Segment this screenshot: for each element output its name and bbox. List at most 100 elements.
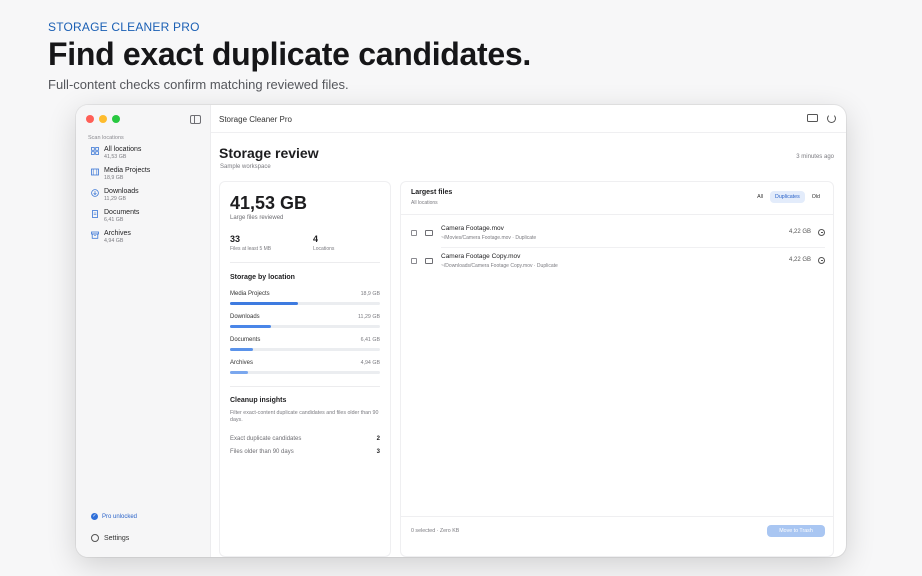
add-folder-icon[interactable]: [807, 114, 818, 122]
location-bar-row: Downloads 11,29 GB: [230, 314, 380, 334]
video-file-icon: [425, 230, 433, 236]
location-bar-fill: [230, 302, 299, 305]
hero-title: Find exact duplicate candidates.: [48, 36, 531, 72]
location-name: Media Projects: [230, 291, 270, 297]
location-bar-row: Media Projects 18,9 GB: [230, 291, 380, 311]
file-size: 4,22 GB: [788, 257, 811, 263]
sidebar-item-archives[interactable]: Archives 4,94 GB: [90, 229, 205, 250]
storage-by-location-title: Storage by location: [230, 274, 295, 281]
divider: [401, 516, 833, 517]
sidebar-item-label: Media Projects: [104, 167, 151, 174]
sidebar-item-downloads[interactable]: Downloads 11,29 GB: [90, 187, 205, 208]
location-size: 4,94 GB: [360, 360, 380, 366]
sidebar-item-all-locations[interactable]: All locations 41,53 GB: [90, 145, 205, 166]
location-bar-track: [230, 371, 380, 374]
location-bar-row: Documents 6,41 GB: [230, 337, 380, 357]
location-bar-fill: [230, 325, 271, 328]
hero-subtitle: Full-content checks confirm matching rev…: [48, 77, 349, 92]
total-size: 41,53 GB: [230, 193, 308, 213]
insight-row-old-files[interactable]: Files older than 90 days 3: [230, 449, 380, 455]
divider: [230, 386, 380, 387]
divider: [401, 214, 833, 215]
filter-all[interactable]: All: [752, 191, 768, 203]
location-size: 11,29 GB: [358, 314, 380, 320]
main-content: Storage review Sample workspace 3 minute…: [211, 133, 846, 557]
video-file-icon: [425, 258, 433, 264]
grid-icon: [91, 147, 99, 155]
titlebar: Storage Cleaner Pro: [211, 105, 846, 133]
locations-count: 4: [313, 234, 319, 244]
sidebar-toggle-icon[interactable]: [190, 115, 201, 124]
zoom-window-button[interactable]: [112, 115, 120, 123]
pro-status: ✓ Pro unlocked: [91, 513, 137, 520]
insight-value: 3: [376, 449, 380, 455]
location-bar-fill: [230, 348, 254, 351]
locations-label: Locations: [313, 246, 335, 252]
largest-files-title: Largest files: [411, 189, 453, 196]
hero-eyebrow: STORAGE CLEANER PRO: [48, 20, 200, 34]
insight-value: 2: [376, 436, 380, 442]
summary-panel: 41,53 GB Large files reviewed 33 Files a…: [219, 181, 391, 557]
sidebar-item-label: All locations: [104, 146, 142, 153]
locations-stat: 4 Locations: [313, 234, 334, 252]
file-name: Camera Footage.mov: [441, 225, 504, 232]
file-checkbox[interactable]: [411, 230, 417, 236]
gear-icon: [91, 534, 99, 542]
sidebar-item-size: 4,94 GB: [104, 238, 124, 244]
close-window-button[interactable]: [86, 115, 94, 123]
insight-row-duplicates[interactable]: Exact duplicate candidates 2: [230, 436, 380, 442]
largest-files-subtitle: All locations: [411, 200, 438, 206]
files-stat: 33 Files at least 5 MB: [230, 234, 271, 252]
sidebar: Scan locations All locations 41,53 GB Me…: [76, 105, 211, 557]
file-checkbox[interactable]: [411, 258, 417, 264]
settings-button[interactable]: Settings: [91, 534, 129, 542]
location-bar-track: [230, 325, 380, 328]
sidebar-item-size: 18,9 GB: [104, 175, 124, 181]
divider: [230, 262, 380, 263]
checkmark-icon: ✓: [91, 513, 98, 520]
location-name: Downloads: [230, 314, 260, 320]
archive-icon: [91, 231, 99, 239]
sidebar-item-size: 6,41 GB: [104, 217, 124, 223]
file-name: Camera Footage Copy.mov: [441, 253, 521, 260]
insight-label: Files older than 90 days: [230, 449, 294, 455]
page-subtitle: Sample workspace: [220, 164, 271, 170]
sidebar-item-label: Documents: [104, 209, 140, 216]
file-row[interactable]: Camera Footage.mov ~/Movies/Camera Foota…: [401, 220, 833, 246]
filter-old[interactable]: Old: [807, 191, 825, 203]
download-icon: [91, 189, 99, 197]
selection-summary: 0 selected · Zero KB: [411, 528, 460, 534]
reveal-arrow-icon[interactable]: [818, 229, 825, 236]
files-label: Files at least 5 MB: [230, 246, 272, 252]
window-controls: [86, 115, 120, 123]
app-title: Storage Cleaner Pro: [219, 115, 292, 124]
reveal-arrow-icon[interactable]: [818, 257, 825, 264]
location-bar-fill: [230, 371, 248, 374]
sidebar-list: All locations 41,53 GB Media Projects 18…: [90, 145, 205, 250]
settings-label: Settings: [104, 534, 130, 542]
location-size: 6,41 GB: [360, 337, 380, 343]
last-updated: 3 minutes ago: [796, 154, 834, 160]
largest-files-panel: Largest files All locations All Duplicat…: [400, 181, 834, 557]
file-path: ~/Movies/Camera Footage.mov · Duplicate: [441, 235, 537, 241]
insight-label: Exact duplicate candidates: [230, 436, 302, 442]
refresh-icon[interactable]: [827, 114, 836, 123]
page-title: Storage review: [219, 145, 319, 161]
sidebar-item-size: 41,53 GB: [104, 154, 127, 160]
location-bar-track: [230, 348, 380, 351]
file-size: 4,22 GB: [788, 229, 811, 235]
filter-duplicates[interactable]: Duplicates: [770, 191, 805, 203]
app-window: Scan locations All locations 41,53 GB Me…: [76, 105, 846, 557]
file-row[interactable]: Camera Footage Copy.mov ~/Downloads/Came…: [401, 248, 833, 274]
location-size: 18,9 GB: [360, 291, 380, 297]
sidebar-item-media-projects[interactable]: Media Projects 18,9 GB: [90, 166, 205, 187]
minimize-window-button[interactable]: [99, 115, 107, 123]
files-count: 33: [230, 234, 241, 244]
sidebar-item-documents[interactable]: Documents 6,41 GB: [90, 208, 205, 229]
pro-status-label: Pro unlocked: [102, 513, 138, 520]
move-to-trash-button[interactable]: Move to Trash: [767, 525, 825, 537]
file-path: ~/Downloads/Camera Footage Copy.mov · Du…: [441, 263, 558, 269]
toolbar: [807, 114, 836, 123]
filter-segmented-control: All Duplicates Old: [752, 191, 825, 203]
location-bar-track: [230, 302, 380, 305]
